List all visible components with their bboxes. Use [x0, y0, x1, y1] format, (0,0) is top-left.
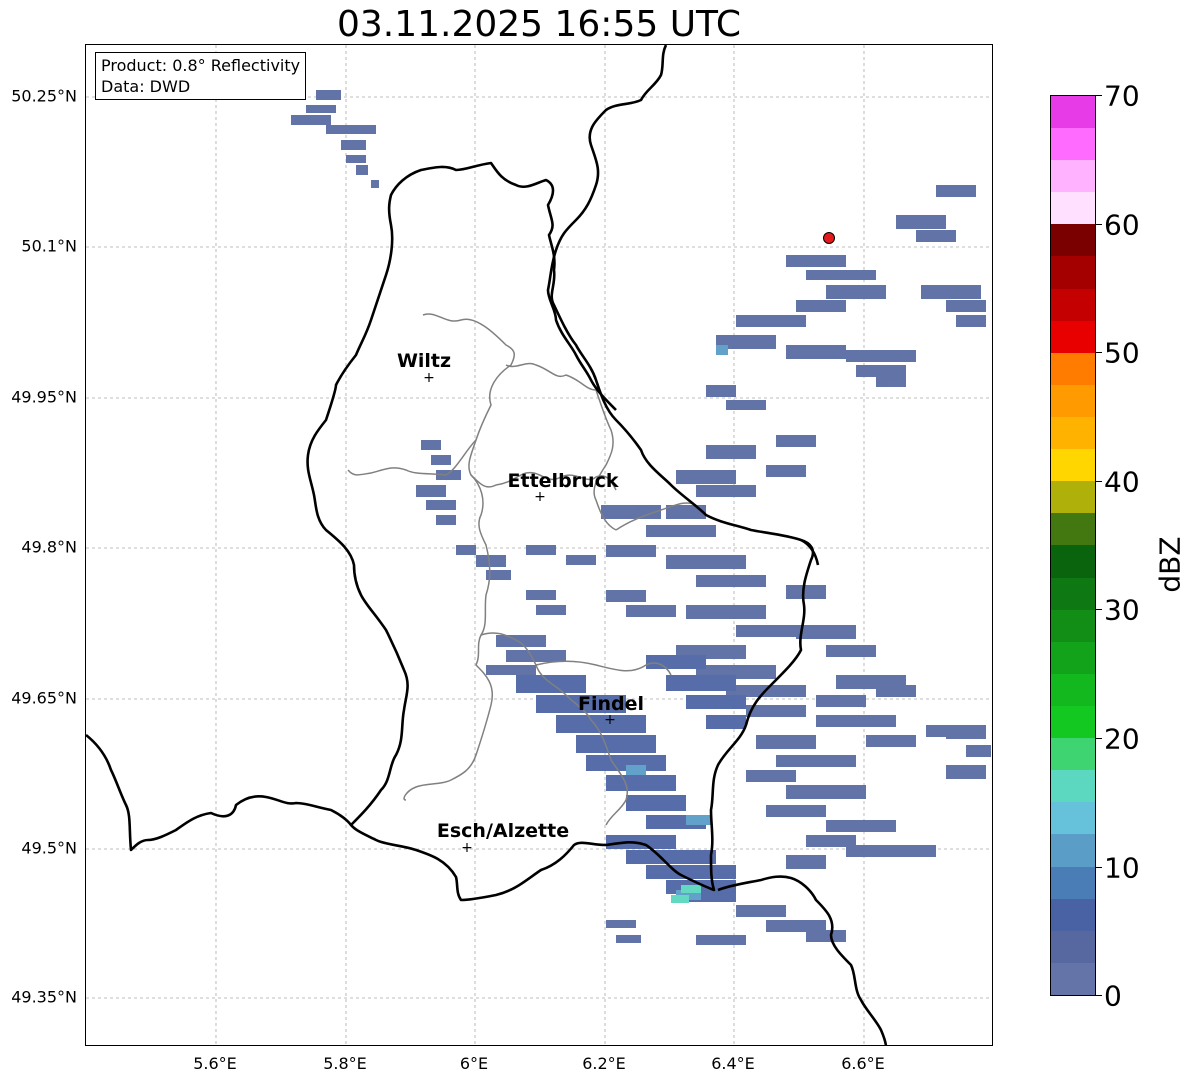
- lat-label: 49.95°N: [11, 387, 77, 407]
- colorbar-tick: [1096, 738, 1102, 739]
- colorbar-tick: [1096, 224, 1102, 225]
- colorbar-tick: [1096, 95, 1102, 96]
- colorbar-segment: [1051, 930, 1095, 963]
- colorbar-segment: [1051, 384, 1095, 418]
- colorbar-segment: [1051, 577, 1095, 610]
- colorbar-segment: [1051, 834, 1095, 867]
- colorbar-tick: [1096, 481, 1102, 482]
- colorbar-segment: [1051, 706, 1095, 739]
- colorbar-tick-label: 20: [1104, 722, 1140, 756]
- colorbar-tick-label: 30: [1104, 593, 1140, 627]
- colorbar-tick: [1096, 609, 1102, 610]
- colorbar-segment: [1051, 545, 1095, 578]
- map-canvas: [86, 45, 992, 1045]
- colorbar-segment: [1051, 288, 1095, 321]
- colorbar-segment: [1051, 224, 1095, 257]
- colorbar-segment: [1051, 673, 1095, 707]
- colorbar-tick-label: 10: [1104, 851, 1140, 885]
- lat-label: 50.25°N: [11, 86, 77, 106]
- colorbar-segment: [1051, 160, 1095, 193]
- colorbar-unit-label: dBZ: [1153, 536, 1184, 593]
- colorbar-segment: [1051, 417, 1095, 450]
- lon-label: 6.4°E: [711, 1054, 755, 1073]
- lat-label: 49.8°N: [21, 537, 77, 557]
- colorbar-segment: [1051, 449, 1095, 482]
- colorbar-segment: [1051, 256, 1095, 289]
- colorbar-tick-label: 50: [1104, 336, 1140, 370]
- lat-label: 49.35°N: [11, 987, 77, 1007]
- lon-label: 5.6°E: [193, 1054, 237, 1073]
- radar-map[interactable]: Product: 0.8° Reflectivity Data: DWD: [85, 44, 993, 1046]
- city-label-ettelbruck: Ettelbruck: [507, 470, 619, 492]
- city-label-esch: Esch/Alzette: [436, 820, 570, 842]
- colorbar-segment: [1051, 95, 1095, 129]
- lon-label: 6.2°E: [582, 1054, 626, 1073]
- colorbar-segment: [1051, 770, 1095, 803]
- city-marker-wiltz: +: [423, 370, 435, 386]
- info-box: Product: 0.8° Reflectivity Data: DWD: [95, 52, 307, 100]
- lon-label: 6°E: [459, 1054, 489, 1073]
- colorbar-segment: [1051, 609, 1095, 642]
- colorbar-segment: [1051, 128, 1095, 161]
- radar-site-dot: [823, 232, 835, 244]
- lon-label: 6.6°E: [841, 1054, 885, 1073]
- data-source-text: Data: DWD: [101, 77, 191, 96]
- colorbar-segment: [1051, 352, 1095, 385]
- city-marker-ettelbruck: +: [534, 489, 546, 505]
- lat-label: 50.1°N: [21, 236, 77, 256]
- city-marker-esch: +: [461, 840, 473, 856]
- colorbar-segment: [1051, 481, 1095, 514]
- colorbar-segment: [1051, 962, 1095, 995]
- lat-label: 49.65°N: [11, 688, 77, 708]
- dbz-colorbar: [1050, 95, 1096, 996]
- colorbar-tick-label: 40: [1104, 465, 1140, 499]
- colorbar-segment: [1051, 866, 1095, 899]
- colorbar-tick-label: 70: [1104, 79, 1140, 113]
- city-label-wiltz: Wiltz: [396, 350, 452, 372]
- product-text: Product: 0.8° Reflectivity: [101, 56, 301, 75]
- colorbar-segment: [1051, 513, 1095, 546]
- map-title: 03.11.2025 16:55 UTC: [336, 4, 742, 45]
- colorbar-tick-label: 60: [1104, 208, 1140, 242]
- colorbar-segment: [1051, 802, 1095, 835]
- colorbar-segment: [1051, 641, 1095, 674]
- colorbar-tick: [1096, 352, 1102, 353]
- colorbar-segment: [1051, 320, 1095, 353]
- colorbar-tick: [1096, 995, 1102, 996]
- colorbar-tick: [1096, 867, 1102, 868]
- colorbar-segment: [1051, 738, 1095, 771]
- colorbar-segment: [1051, 192, 1095, 225]
- lon-label: 5.8°E: [323, 1054, 367, 1073]
- colorbar-segment: [1051, 898, 1095, 931]
- colorbar-tick-label: 0: [1104, 979, 1122, 1013]
- city-marker-findel: +: [604, 712, 616, 728]
- lat-label: 49.5°N: [21, 838, 77, 858]
